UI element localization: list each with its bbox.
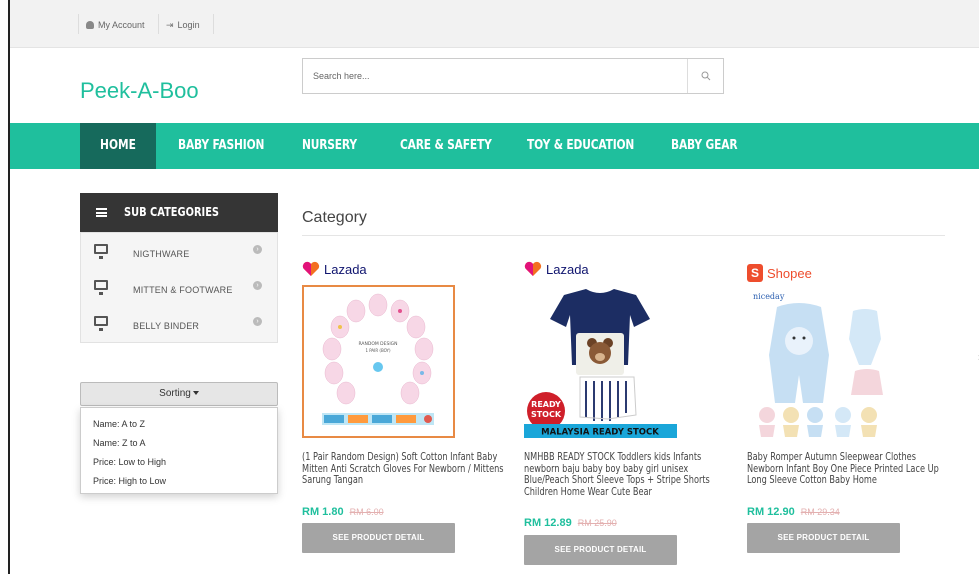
nav-toy-education[interactable]: TOY & EDUCATION	[527, 123, 634, 169]
monitor-icon	[94, 280, 108, 295]
see-product-detail-button[interactable]: SEE PRODUCT DETAIL	[302, 523, 455, 553]
shopee-bag-icon: S	[747, 264, 763, 282]
store-name: Shopee	[767, 265, 812, 281]
site-logo[interactable]: Peek-A-Boo	[80, 78, 199, 104]
sorting-label: Sorting	[159, 388, 191, 399]
svg-text:niceday: niceday	[753, 292, 785, 301]
search-box	[302, 58, 724, 94]
monitor-icon	[94, 316, 108, 331]
sort-option-price-asc[interactable]: Price: Low to High	[81, 453, 277, 472]
product-price: RM 12.90 RM 29.34	[747, 506, 840, 518]
product-card: Lazada RANDOM DESIGN 1 PAIR (BOY) (1 Pai…	[302, 258, 507, 574]
old-price: RM 29.34	[800, 507, 840, 517]
main-nav: HOME BABY FASHION NURSERY CARE & SAFETY …	[10, 123, 979, 169]
mittens-illustration: RANDOM DESIGN 1 PAIR (BOY)	[322, 293, 434, 425]
top-separator	[213, 14, 214, 34]
sub-categories-list: NIGTHWARE › MITTEN & FOOTWARE › BELLY BI…	[80, 232, 278, 343]
old-price: RM 25.90	[577, 518, 617, 528]
sort-option-name-asc[interactable]: Name: A to Z	[81, 415, 277, 434]
nav-home-label: HOME	[100, 138, 136, 153]
arrow-right-icon: ›	[253, 245, 262, 254]
store-name: Lazada	[324, 261, 367, 277]
product-image[interactable]: RANDOM DESIGN 1 PAIR (BOY)	[302, 285, 455, 438]
sub-categories-header: SUB CATEGORIES	[80, 193, 278, 232]
svg-text:1 PAIR (BOY): 1 PAIR (BOY)	[365, 348, 391, 353]
current-price: RM 12.90	[747, 506, 795, 518]
current-price: RM 1.80	[302, 506, 344, 518]
romper-illustration: niceday	[753, 292, 883, 437]
search-button[interactable]	[687, 59, 723, 93]
top-separator	[78, 14, 79, 34]
nav-nursery[interactable]: NURSERY	[302, 123, 357, 169]
product-card: Lazada READY STOCK MALAYSIA READY STOCK …	[524, 258, 729, 574]
store-logo-lazada: Lazada	[302, 258, 367, 280]
product-name[interactable]: (1 Pair Random Design) Soft Cotton Infan…	[302, 451, 506, 487]
svg-text:READY: READY	[531, 400, 561, 409]
search-icon	[701, 71, 710, 81]
my-account-label: My Account	[98, 20, 145, 30]
subcat-item-nigthware[interactable]: NIGTHWARE ›	[81, 235, 277, 272]
current-price: RM 12.89	[524, 517, 572, 529]
arrow-right-icon: ›	[253, 317, 262, 326]
product-card: S Shopee niceday Baby Romper Autumn Slee…	[747, 258, 952, 574]
svg-text:STOCK: STOCK	[531, 410, 562, 419]
toddler-outfit-illustration: READY STOCK MALAYSIA READY STOCK	[524, 289, 677, 438]
store-name: Lazada	[546, 261, 589, 277]
page-frame: My Account ⇥ Login Peek-A-Boo HOME BABY …	[8, 0, 979, 574]
login-label: Login	[177, 20, 200, 30]
product-name[interactable]: Baby Romper Autumn Sleepwear Clothes New…	[747, 451, 951, 487]
nav-baby-fashion[interactable]: BABY FASHION	[178, 123, 264, 169]
category-title: Category	[302, 209, 367, 226]
product-name[interactable]: NMHBB READY STOCK Toddlers kids Infants …	[524, 451, 728, 498]
svg-text:MALAYSIA READY STOCK: MALAYSIA READY STOCK	[541, 428, 659, 438]
subcat-label: BELLY BINDER	[133, 321, 200, 331]
product-price: RM 12.89 RM 25.90	[524, 517, 617, 529]
user-icon	[86, 21, 94, 29]
search-input[interactable]	[303, 59, 687, 93]
my-account-link[interactable]: My Account	[86, 17, 145, 33]
sorting-dropdown-button[interactable]: Sorting	[80, 382, 278, 406]
see-product-detail-button[interactable]: SEE PRODUCT DETAIL	[747, 523, 900, 553]
old-price: RM 6.00	[349, 507, 384, 517]
product-price: RM 1.80 RM 6.00	[302, 506, 384, 518]
product-image[interactable]: READY STOCK MALAYSIA READY STOCK	[524, 285, 677, 438]
store-logo-shopee: S Shopee	[747, 262, 812, 284]
nav-care-safety[interactable]: CARE & SAFETY	[400, 123, 492, 169]
top-bar: My Account ⇥ Login	[10, 0, 979, 48]
product-image[interactable]: niceday	[747, 285, 900, 438]
lazada-heart-icon	[302, 261, 320, 276]
store-logo-lazada: Lazada	[524, 258, 589, 280]
login-icon: ⇥	[166, 19, 174, 30]
arrow-right-icon: ›	[253, 281, 262, 290]
caret-down-icon	[192, 391, 199, 396]
top-separator	[158, 14, 159, 34]
sub-categories-title: SUB CATEGORIES	[124, 205, 220, 219]
sort-option-price-desc[interactable]: Price: High to Low	[81, 472, 277, 491]
svg-text:RANDOM DESIGN: RANDOM DESIGN	[358, 341, 397, 347]
sorting-menu: Name: A to Z Name: Z to A Price: Low to …	[80, 407, 278, 494]
subcat-label: NIGTHWARE	[133, 249, 190, 259]
divider	[302, 235, 945, 236]
see-product-detail-button[interactable]: SEE PRODUCT DETAIL	[524, 535, 677, 565]
nav-baby-gear[interactable]: BABY GEAR	[671, 123, 738, 169]
subcat-item-belly-binder[interactable]: BELLY BINDER ›	[81, 307, 277, 344]
sort-option-name-desc[interactable]: Name: Z to A	[81, 434, 277, 453]
lazada-heart-icon	[524, 261, 542, 276]
nav-home[interactable]: HOME	[80, 123, 156, 169]
subcat-item-mitten-footware[interactable]: MITTEN & FOOTWARE ›	[81, 271, 277, 308]
subcat-label: MITTEN & FOOTWARE	[133, 285, 233, 295]
login-link[interactable]: ⇥ Login	[166, 17, 200, 33]
monitor-icon	[94, 244, 108, 259]
menu-icon	[96, 208, 107, 217]
